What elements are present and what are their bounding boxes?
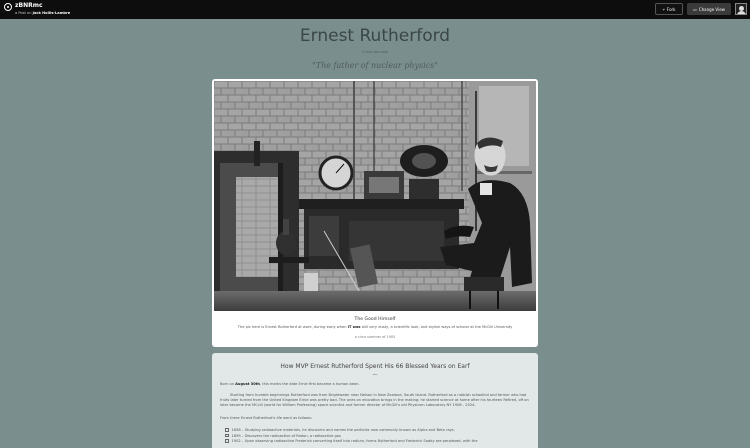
view-icon: ▭	[693, 6, 697, 12]
article-card: How MVP Ernest Rutherford Spent His 66 B…	[212, 353, 538, 448]
fork-icon: ⑂	[662, 6, 665, 12]
checkbox-icon[interactable]	[225, 433, 229, 437]
caption-desc-suffix: still very dusty, a scientific look, and…	[360, 325, 513, 329]
list-item: 1902 – Upon observing radioactive Freder…	[225, 439, 530, 444]
article-paragraph: Starting from humble beginnings Rutherfo…	[220, 393, 529, 407]
list-item: 1899 – Discovers the radioactive of Rado…	[225, 433, 530, 439]
list-item-text: 1899 – Discovers the radioactive of Rado…	[231, 433, 341, 438]
article-list-intro: From there Ernest Rutherford's life went…	[220, 416, 312, 420]
intro-prefix: Born on	[220, 382, 236, 386]
top-bar: zBNRmc a Post on Jack Hollis-Lambre ⑂ Fo…	[0, 0, 750, 19]
list-item-text: 1902 – Upon observing radioactive Freder…	[231, 439, 478, 443]
byline-author[interactable]: Jack Hollis-Lambre	[33, 11, 71, 15]
app-logo-icon[interactable]	[4, 3, 12, 11]
fork-label: Fork	[666, 6, 676, 12]
byline-prefix: a Post on	[15, 11, 32, 15]
intro-suffix: , this marks the date Ernie first became…	[259, 382, 360, 386]
post-timestamp: 5 minutes ago	[362, 50, 388, 54]
article-divider: —	[372, 372, 378, 378]
photo-card: The Good Himself The pic here is Ernest …	[212, 79, 538, 347]
checkbox-icon[interactable]	[225, 428, 229, 432]
user-avatar[interactable]	[735, 3, 747, 15]
article-intro: Born on August 30th, this marks the date…	[220, 382, 532, 387]
intro-date: August 30th	[235, 382, 260, 386]
post-byline: a Post on Jack Hollis-Lambre	[15, 11, 70, 15]
caption-desc-prefix: The pic here is Ernest Rutherford at wor…	[237, 325, 348, 329]
change-view-label: Change View	[698, 6, 725, 12]
photo-caption-credit: a circa summer of 1905	[354, 335, 396, 339]
photo-caption-title: The Good Himself	[354, 317, 396, 322]
app-name[interactable]: zBNRmc	[15, 2, 43, 9]
rutherford-lab-photo	[214, 81, 536, 311]
list-item-text: 1898 – Studying radioactive materials, h…	[231, 428, 455, 432]
change-view-button[interactable]: ▭ Change View	[687, 3, 731, 15]
list-item: 1898 – Studying radioactive materials, h…	[225, 428, 530, 433]
photo-caption-description: The pic here is Ernest Rutherford at wor…	[212, 325, 538, 329]
caption-desc-bold: IT was	[347, 325, 361, 329]
page-title: Ernest Rutherford	[299, 26, 451, 46]
checkbox-icon[interactable]	[225, 439, 229, 443]
page-tagline: "The father of nuclear physics"	[312, 61, 438, 70]
fork-button[interactable]: ⑂ Fork	[655, 3, 683, 15]
article-title: How MVP Ernest Rutherford Spent His 66 B…	[280, 363, 470, 370]
